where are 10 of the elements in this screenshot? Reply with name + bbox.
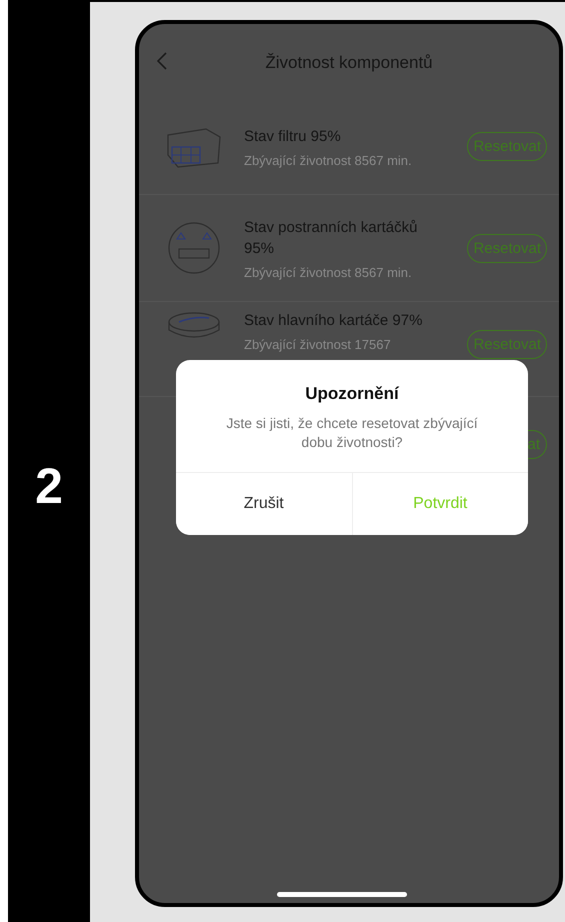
remaining-life: Zbývající životnost 17567 [244,337,392,352]
confirm-button[interactable]: Potvrdit [352,473,528,535]
step-number: 2 [35,457,63,515]
dialog-message: Jste si jisti, že chcete resetovat zbývající dobu životnosti? [225,414,479,452]
side-brush-icon [167,221,221,275]
main-brush-icon [167,310,221,340]
back-icon[interactable] [157,52,167,70]
dialog-title: Upozornění [304,384,400,404]
remaining-life: Zbývající životnost 8567 min. [244,264,413,280]
remaining-life: Zbývající životnost 8567 min. [244,152,413,168]
